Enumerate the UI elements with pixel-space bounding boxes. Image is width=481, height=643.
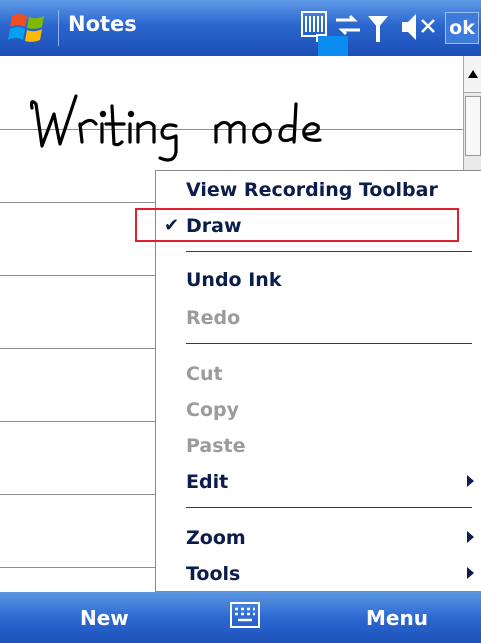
- menu-item-paste[interactable]: Paste: [156, 429, 481, 463]
- keyboard-icon[interactable]: [230, 602, 260, 628]
- title-separator: [58, 10, 59, 46]
- menu-separator: [186, 507, 472, 508]
- menu-item-label: Redo: [186, 307, 241, 329]
- menu-item-draw[interactable]: ✔ Draw: [156, 209, 481, 243]
- title-bar: Notes ok: [0, 0, 481, 56]
- menu-item-label: Cut: [186, 363, 223, 385]
- menu-item-label: Edit: [186, 471, 229, 493]
- menu-item-copy[interactable]: Copy: [156, 393, 481, 427]
- signal-antenna-icon[interactable]: [366, 10, 390, 44]
- menu-item-undo-ink[interactable]: Undo Ink: [156, 263, 481, 297]
- scroll-up-arrow-icon: [468, 70, 478, 78]
- menu-item-redo[interactable]: Redo: [156, 301, 481, 335]
- volume-icon[interactable]: [400, 10, 436, 44]
- menu-softkey[interactable]: Menu: [366, 606, 428, 630]
- scroll-up-button[interactable]: [464, 56, 481, 93]
- menu-item-label: Paste: [186, 435, 246, 457]
- app-title: Notes: [68, 12, 137, 36]
- scroll-thumb[interactable]: [465, 96, 481, 156]
- submenu-arrow-icon: [467, 531, 474, 543]
- windows-start-icon[interactable]: [8, 8, 50, 48]
- menu-item-zoom[interactable]: Zoom: [156, 521, 481, 555]
- handwritten-ink[interactable]: [20, 86, 440, 166]
- menu-item-view-recording-toolbar[interactable]: View Recording Toolbar: [156, 173, 481, 207]
- submenu-arrow-icon: [467, 567, 474, 579]
- softkey-bar: New Menu: [0, 592, 481, 643]
- menu-item-tools[interactable]: Tools: [156, 557, 481, 591]
- menu-item-label: Copy: [186, 399, 239, 421]
- ok-button[interactable]: ok: [445, 12, 479, 44]
- menu-item-label: Zoom: [186, 527, 246, 549]
- checkmark-icon: ✔: [164, 215, 180, 236]
- menu-item-label: View Recording Toolbar: [186, 179, 438, 201]
- submenu-arrow-icon: [467, 475, 474, 487]
- menu-separator: [186, 251, 472, 252]
- menu-item-edit[interactable]: Edit: [156, 465, 481, 499]
- menu-item-label: Tools: [186, 563, 241, 585]
- menu-item-cut[interactable]: Cut: [156, 357, 481, 391]
- new-softkey[interactable]: New: [80, 606, 129, 630]
- menu-separator: [186, 343, 472, 344]
- notes-menu: View Recording Toolbar ✔ Draw Undo Ink R…: [155, 170, 481, 592]
- menu-item-label: Undo Ink: [186, 269, 282, 291]
- menu-item-label: Draw: [186, 215, 242, 237]
